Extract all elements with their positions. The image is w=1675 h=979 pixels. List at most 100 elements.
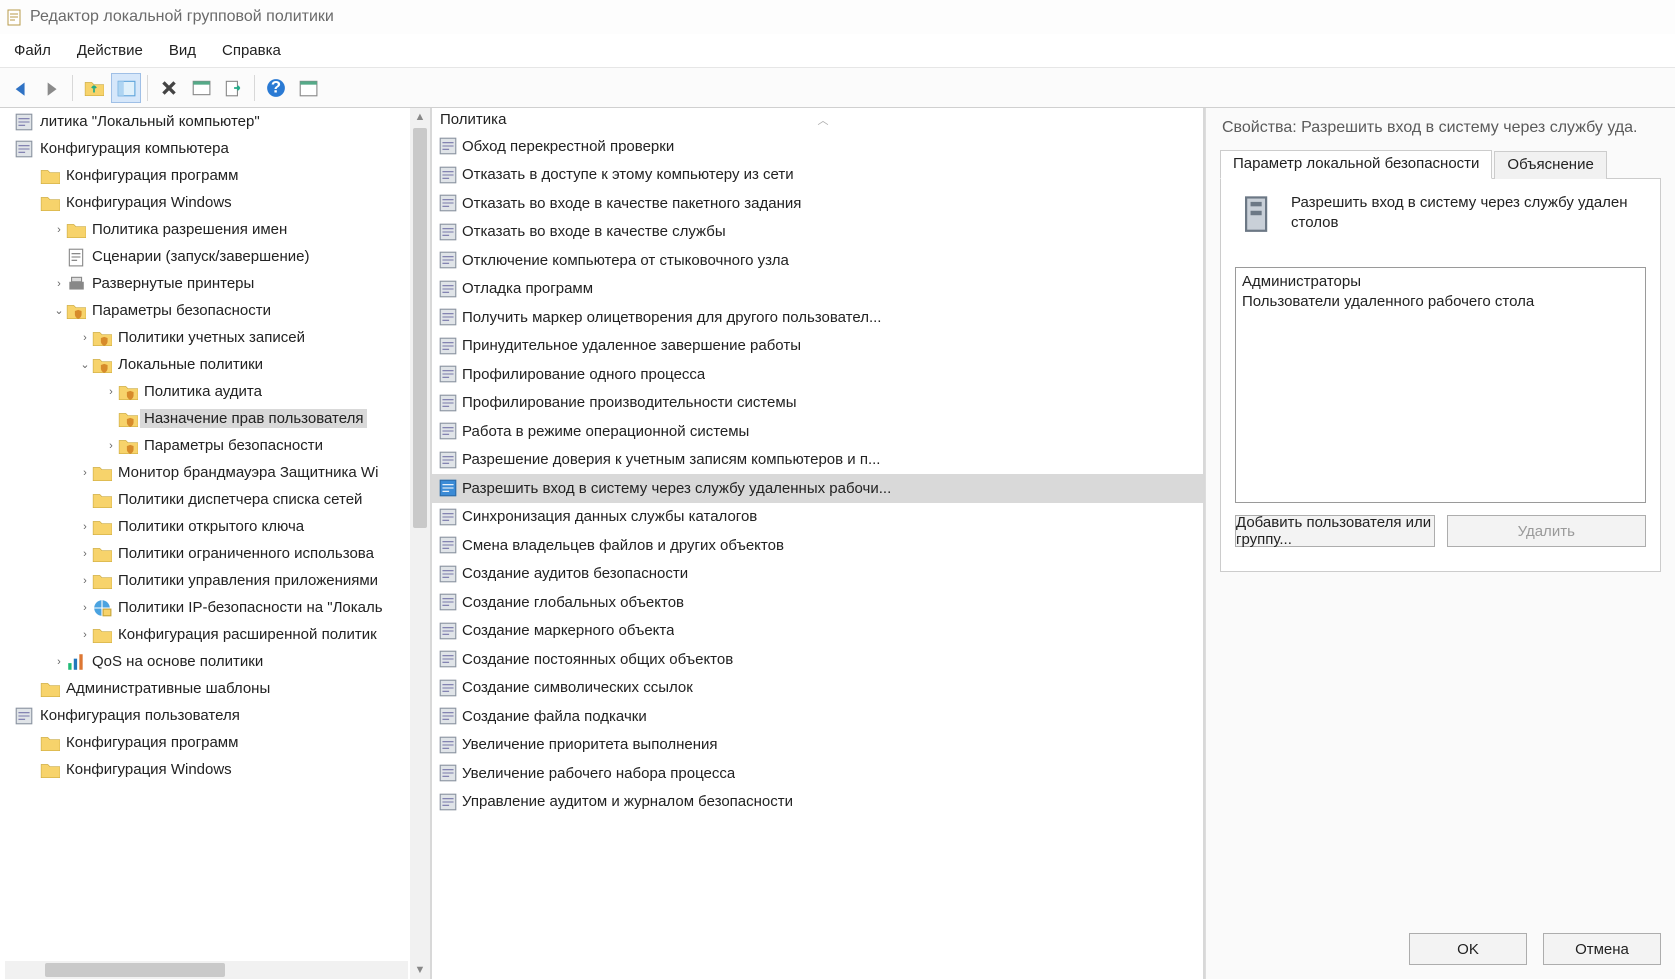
list-item[interactable]: Разрешение доверия к учетным записям ком… [432,446,1203,475]
scroll-thumb[interactable] [45,963,225,977]
tree-horizontal-scrollbar[interactable] [5,961,408,979]
tree-item[interactable]: Конфигурация программ [0,162,410,189]
list-item[interactable]: Создание файла подкачки [432,702,1203,731]
menu-file[interactable]: Файл [14,42,51,59]
list-item[interactable]: Смена владельцев файлов и других объекто… [432,531,1203,560]
tree-item[interactable]: ›Конфигурация расширенной политик [0,621,410,648]
expand-icon[interactable]: › [78,548,92,560]
export-button[interactable] [218,73,248,103]
tree-item[interactable]: ›Политики ограниченного использова [0,540,410,567]
list-item[interactable]: Создание маркерного объекта [432,617,1203,646]
user-list-item[interactable]: Администраторы [1242,272,1639,292]
list-column-header[interactable]: Политика ︿ [432,108,1203,132]
list-item[interactable]: Разрешить вход в систему через службу уд… [432,474,1203,503]
list-item[interactable]: Создание аудитов безопасности [432,560,1203,589]
tree-item[interactable]: Назначение прав пользователя [0,405,410,432]
expand-icon[interactable]: › [78,467,92,479]
up-level-button[interactable] [79,73,109,103]
tree-item[interactable]: ›Политики учетных записей [0,324,410,351]
tab-explanation[interactable]: Объяснение [1494,151,1606,179]
tree-item[interactable]: ⌄Локальные политики [0,351,410,378]
forward-button[interactable] [36,73,66,103]
tree-item[interactable]: ›QoS на основе политики [0,648,410,675]
expand-icon[interactable]: › [52,224,66,236]
ipsec-icon [92,598,112,618]
expand-icon[interactable]: ⌄ [52,304,66,317]
help-button[interactable] [261,73,291,103]
details-pane-button[interactable] [293,73,323,103]
list-item[interactable]: Синхронизация данных службы каталогов [432,503,1203,532]
scroll-up-icon[interactable]: ▲ [411,108,429,126]
list-item[interactable]: Создание символических ссылок [432,674,1203,703]
tree-item[interactable]: Конфигурация Windows [0,189,410,216]
list-item[interactable]: Отказать в доступе к этому компьютеру из… [432,161,1203,190]
back-button[interactable] [4,73,34,103]
expand-icon[interactable]: › [78,575,92,587]
tree-item[interactable]: Конфигурация программ [0,729,410,756]
list-item[interactable]: Управление аудитом и журналом безопаснос… [432,788,1203,817]
add-user-button[interactable]: Добавить пользователя или группу... [1235,515,1435,547]
tree-item[interactable]: Конфигурация Windows [0,756,410,783]
expand-icon[interactable]: › [78,629,92,641]
expand-icon[interactable]: › [78,602,92,614]
column-resize-icon[interactable]: ︿ [818,112,829,128]
list-item-label: Профилирование одного процесса [462,366,705,383]
script-icon [66,247,86,267]
list-item[interactable]: Принудительное удаленное завершение рабо… [432,332,1203,361]
expand-icon[interactable]: › [52,656,66,668]
toolbar [0,68,1675,108]
ok-button[interactable]: OK [1409,933,1527,965]
list-item[interactable]: Создание постоянных общих объектов [432,645,1203,674]
list-item[interactable]: Увеличение приоритета выполнения [432,731,1203,760]
scroll-down-icon[interactable]: ▼ [411,961,429,979]
expand-icon[interactable]: › [52,278,66,290]
remove-user-button[interactable]: Удалить [1447,515,1647,547]
app-icon [6,8,24,26]
expand-icon[interactable]: › [78,332,92,344]
list-item[interactable]: Отладка программ [432,275,1203,304]
tree-item[interactable]: Конфигурация компьютера [0,135,410,162]
tree-item[interactable]: Политики диспетчера списка сетей [0,486,410,513]
scroll-thumb[interactable] [413,128,427,528]
menu-help[interactable]: Справка [222,42,281,59]
list-item[interactable]: Работа в режиме операционной системы [432,417,1203,446]
expand-icon[interactable]: › [78,521,92,533]
expand-icon[interactable]: › [104,386,118,398]
menu-view[interactable]: Вид [169,42,196,59]
list-item[interactable]: Создание глобальных объектов [432,588,1203,617]
list-item[interactable]: Отказать во входе в качестве службы [432,218,1203,247]
list-item[interactable]: Профилирование производительности систем… [432,389,1203,418]
properties-button[interactable] [186,73,216,103]
tree-item[interactable]: ›Монитор брандмауэра Защитника Wi [0,459,410,486]
tree-vertical-scrollbar[interactable]: ▲ ▼ [410,108,430,979]
tree-item[interactable]: Конфигурация пользователя [0,702,410,729]
show-tree-button[interactable] [111,73,141,103]
cancel-button[interactable]: Отмена [1543,933,1661,965]
tree-item[interactable]: ⌄Параметры безопасности [0,297,410,324]
tree-item[interactable]: Административные шаблоны [0,675,410,702]
list-item[interactable]: Отключение компьютера от стыковочного уз… [432,246,1203,275]
tree-item[interactable]: ›Политика аудита [0,378,410,405]
tree-item[interactable]: Сценарии (запуск/завершение) [0,243,410,270]
list-item[interactable]: Профилирование одного процесса [432,360,1203,389]
user-list[interactable]: АдминистраторыПользователи удаленного ра… [1235,267,1646,503]
list-item[interactable]: Получить маркер олицетворения для другог… [432,303,1203,332]
list-item[interactable]: Увеличение рабочего набора процесса [432,759,1203,788]
tree-item[interactable]: ›Параметры безопасности [0,432,410,459]
list-item[interactable]: Отказать во входе в качестве пакетного з… [432,189,1203,218]
tab-local-security[interactable]: Параметр локальной безопасности [1220,150,1492,179]
user-list-item[interactable]: Пользователи удаленного рабочего стола [1242,292,1639,312]
delete-button[interactable] [154,73,184,103]
expand-icon[interactable]: ⌄ [78,358,92,371]
tree-item[interactable]: ›Политики управления приложениями [0,567,410,594]
tree-item[interactable]: литика "Локальный компьютер" [0,108,410,135]
policy-list[interactable]: Обход перекрестной проверкиОтказать в до… [432,132,1203,979]
list-item[interactable]: Обход перекрестной проверки [432,132,1203,161]
menu-action[interactable]: Действие [77,42,143,59]
tree-view[interactable]: литика "Локальный компьютер"Конфигурация… [0,108,410,959]
tree-item[interactable]: ›Политика разрешения имен [0,216,410,243]
tree-item[interactable]: ›Развернутые принтеры [0,270,410,297]
tree-item[interactable]: ›Политики IP-безопасности на "Локаль [0,594,410,621]
expand-icon[interactable]: › [104,440,118,452]
tree-item[interactable]: ›Политики открытого ключа [0,513,410,540]
